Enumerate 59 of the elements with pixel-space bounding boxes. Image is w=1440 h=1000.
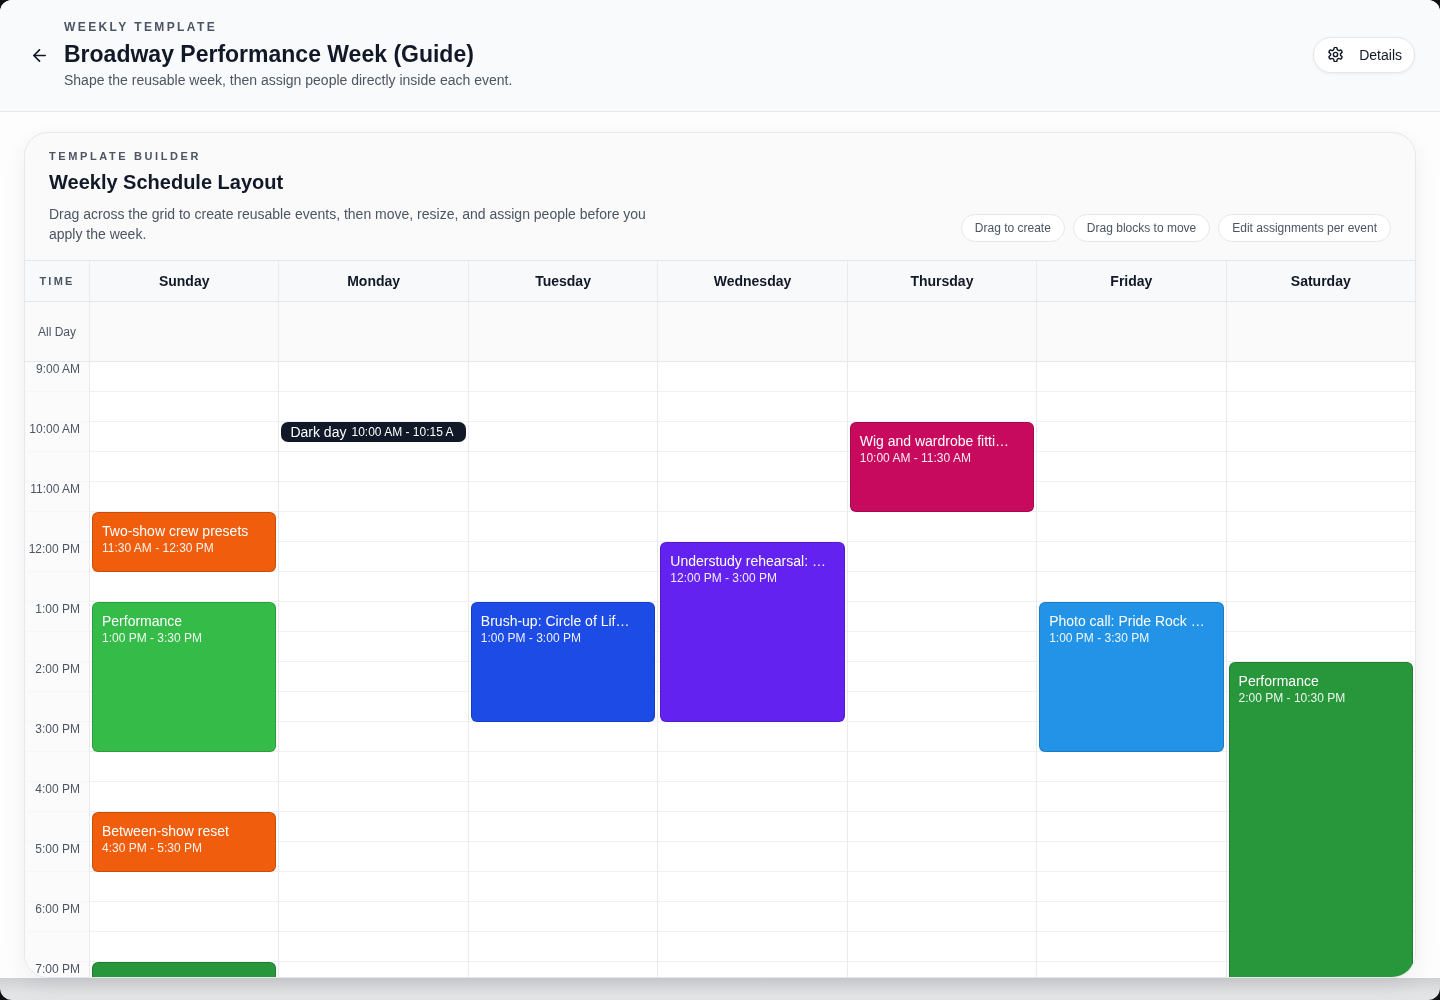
time-label: 7:00 PM <box>35 962 80 976</box>
event-time: 12:00 PM - 3:00 PM <box>670 570 778 586</box>
back-button[interactable] <box>33 49 46 62</box>
event-title: Two-show crew presets <box>102 522 250 540</box>
event-block[interactable]: Performance 2:00 PM - 10:30 PM <box>1228 662 1413 977</box>
time-label: 5:00 PM <box>35 842 80 856</box>
arrow-left-icon <box>33 49 46 62</box>
event-time: 1:00 PM - 3:30 PM <box>102 630 204 646</box>
card-title: Weekly Schedule Layout <box>49 170 285 195</box>
all-day-label: All Day <box>38 324 76 339</box>
time-label: 10:00 AM <box>29 422 80 436</box>
hint-chip: Drag blocks to move <box>1072 214 1211 242</box>
time-label: 2:00 PM <box>35 662 80 676</box>
event-title: Dark day <box>290 424 347 440</box>
card-eyebrow: TEMPLATE BUILDER <box>49 149 202 164</box>
event-title: Performance <box>1238 672 1320 690</box>
event-time: 11:30 AM - 12:30 PM <box>102 540 215 556</box>
card-description: Drag across the grid to create reusable events, then move, resize, and assign people before you apply the week. <box>49 205 647 244</box>
event-time: 1:00 PM - 3:00 PM <box>480 630 582 646</box>
event-chip[interactable]: Dark day 10:00 AM - 10:15 A <box>281 422 466 442</box>
event-time: 1:00 PM - 3:30 PM <box>1049 630 1151 646</box>
day-header: Friday <box>1036 261 1226 301</box>
day-header: Thursday <box>846 261 1037 301</box>
event-block[interactable]: Photo call: Pride Rock … 1:00 PM - 3:30 PM <box>1039 602 1224 752</box>
time-label: 12:00 PM <box>28 542 80 556</box>
settings-icon <box>1328 47 1344 62</box>
event-time: 4:30 PM - 5:30 PM <box>102 840 204 856</box>
time-label: 3:00 PM <box>35 722 80 736</box>
event-title: Wig and wardrobe fitti… <box>859 432 1011 450</box>
page-title: Broadway Performance Week (Guide) <box>64 39 475 69</box>
hint-chip: Drag to create <box>960 214 1065 242</box>
event-title: Understudy rehearsal: … <box>670 552 827 570</box>
event-block[interactable]: Two-show crew presets 11:30 AM - 12:30 PM <box>92 512 277 572</box>
event-block[interactable]: Brush-up: Circle of Lif… 1:00 PM - 3:00 PM <box>470 602 656 722</box>
day-header: Saturday <box>1225 261 1415 301</box>
event-time: 2:00 PM - 10:30 PM <box>1238 690 1347 706</box>
time-column-header: TIME <box>38 274 76 289</box>
details-button[interactable]: Details <box>1313 36 1415 73</box>
time-label: 1:00 PM <box>35 602 80 616</box>
event-time: 10:00 AM - 11:30 AM <box>859 450 972 466</box>
day-header: Monday <box>278 261 468 301</box>
hint-chip: Edit assignments per event <box>1218 214 1391 242</box>
time-label: 11:00 AM <box>30 482 80 496</box>
time-label: 9:00 AM <box>35 362 80 376</box>
day-header: Sunday <box>89 261 279 301</box>
day-header: Wednesday <box>657 261 847 301</box>
page-subtitle: Shape the reusable week, then assign people directly inside each event. <box>64 70 514 90</box>
day-header: Tuesday <box>467 261 658 301</box>
event-block[interactable]: Understudy rehearsal: … 12:00 PM - 3:00 PM <box>660 542 845 722</box>
event-time: 10:00 AM - 10:15 A <box>351 425 454 439</box>
event-title: Brush-up: Circle of Lif… <box>480 612 631 630</box>
page-eyebrow: WEEKLY TEMPLATE <box>64 18 219 35</box>
event-title: Between-show reset <box>102 822 230 840</box>
event-block[interactable]: Between-show reset 4:30 PM - 5:30 PM <box>92 812 277 872</box>
time-label: 4:00 PM <box>35 782 80 796</box>
time-label: 6:00 PM <box>35 902 80 916</box>
event-block[interactable]: Wig and wardrobe fitti… 10:00 AM - 11:30 AM <box>849 422 1035 512</box>
event-title: Photo call: Pride Rock … <box>1049 612 1206 630</box>
event-title: Performance <box>102 612 184 630</box>
